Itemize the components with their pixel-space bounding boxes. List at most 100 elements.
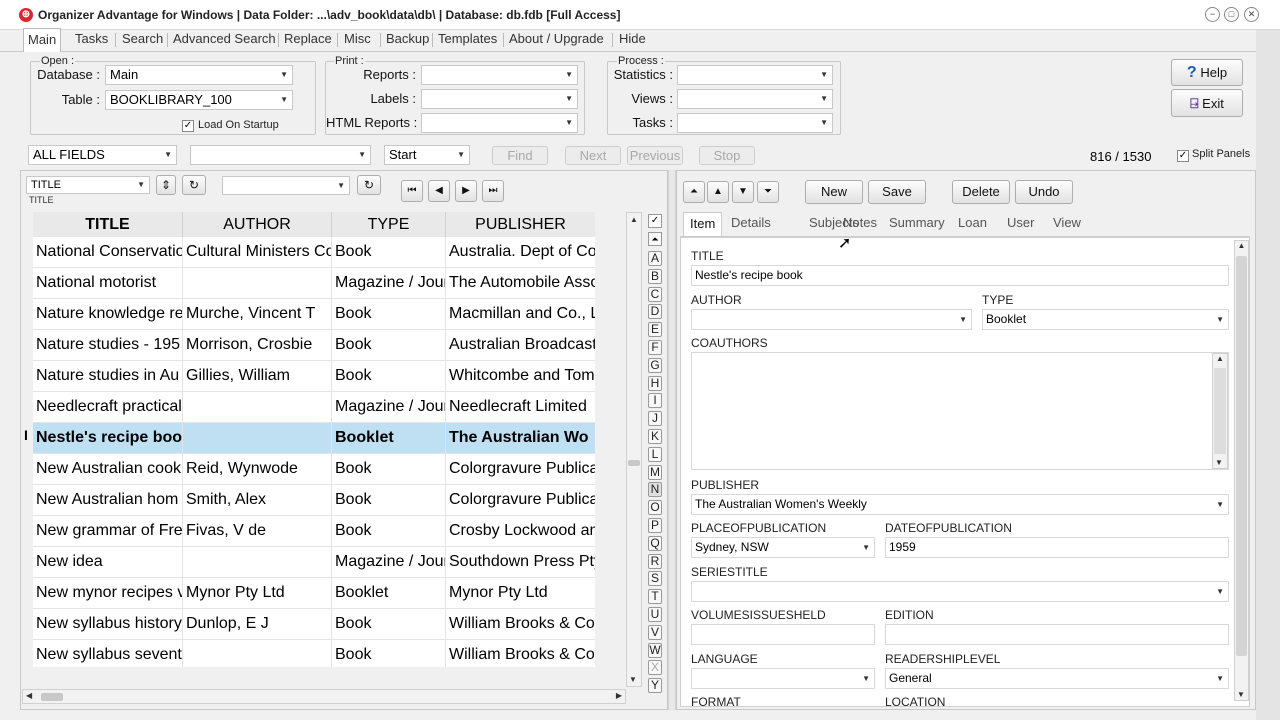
load-on-startup-checkbox[interactable]: ✓ xyxy=(182,120,194,132)
tab-search[interactable]: Search xyxy=(118,28,167,52)
type-field[interactable]: Booklet ▼ xyxy=(982,309,1229,330)
alpha-index-d[interactable]: D xyxy=(648,304,662,320)
coauthors-scrollbar[interactable]: ▲ ▼ xyxy=(1212,353,1228,469)
scroll-thumb[interactable] xyxy=(628,460,640,466)
tab-hide[interactable]: Hide xyxy=(615,28,650,52)
form-vertical-scrollbar[interactable]: ▲ ▼ xyxy=(1234,240,1249,701)
alpha-index-e[interactable]: E xyxy=(648,322,662,338)
help-button[interactable]: ? Help xyxy=(1171,59,1243,86)
tasks-select[interactable]: ▼ xyxy=(677,113,833,133)
column-header-title[interactable]: TITLE xyxy=(33,212,183,237)
save-record-button[interactable]: Save xyxy=(868,180,926,204)
tab-misc[interactable]: Misc xyxy=(340,28,375,52)
search-position-select[interactable]: Start ▼ xyxy=(384,145,470,165)
tab-loan[interactable]: Loan xyxy=(958,212,987,236)
move-down-button[interactable]: ▼ xyxy=(732,181,754,203)
maximize-button[interactable]: □ xyxy=(1224,7,1239,22)
publisher-field[interactable]: The Australian Women's Weekly ▼ xyxy=(691,494,1229,515)
column-header-type[interactable]: TYPE xyxy=(332,212,446,237)
tab-details[interactable]: Details xyxy=(731,212,771,236)
alpha-index-y[interactable]: Y xyxy=(648,678,662,694)
move-up-button[interactable]: ▲ xyxy=(707,181,729,203)
alpha-index-i[interactable]: I xyxy=(648,393,662,409)
panel-splitter[interactable] xyxy=(668,170,676,710)
sort-order-button[interactable]: ⇕ xyxy=(156,175,176,195)
alpha-index-r[interactable]: R xyxy=(648,553,662,569)
column-header-author[interactable]: AUTHOR xyxy=(183,212,332,237)
coauthors-field[interactable] xyxy=(691,352,1229,470)
stop-button[interactable]: Stop xyxy=(699,146,755,165)
alpha-index-a[interactable]: A xyxy=(648,251,662,266)
table-row[interactable]: New syllabus seventh Book William Brooks… xyxy=(33,640,595,667)
place-of-publication-field[interactable]: Sydney, NSW ▼ xyxy=(691,537,875,558)
grid-horizontal-scrollbar[interactable]: ◀ ▶ xyxy=(22,689,626,704)
filter-select[interactable]: ▼ xyxy=(222,176,350,195)
alpha-index-h[interactable]: H xyxy=(648,375,662,391)
tab-view[interactable]: View xyxy=(1053,212,1081,236)
search-field-select[interactable]: ALL FIELDS ▼ xyxy=(28,145,177,165)
views-select[interactable]: ▼ xyxy=(677,89,833,109)
last-record-button[interactable]: ⏭ xyxy=(482,180,504,202)
alpha-index-n[interactable]: N xyxy=(648,482,662,498)
column-header-publisher[interactable]: PUBLISHER xyxy=(446,212,595,237)
alpha-index-l[interactable]: L xyxy=(648,446,662,462)
table-row[interactable]: New Australian hom Smith, Alex Book Colo… xyxy=(33,485,595,516)
alpha-index-v[interactable]: V xyxy=(648,624,662,640)
alpha-index-f[interactable]: F xyxy=(648,340,662,355)
alpha-index-t[interactable]: T xyxy=(648,589,662,605)
series-title-field[interactable]: ▼ xyxy=(691,581,1229,602)
alpha-index-o[interactable]: O xyxy=(648,500,662,516)
table-row[interactable]: New idea Magazine / Jour Southdown Press… xyxy=(33,547,595,578)
scroll-thumb[interactable] xyxy=(1236,256,1247,656)
close-button[interactable]: ✕ xyxy=(1244,7,1259,22)
database-select[interactable]: Main ▼ xyxy=(105,65,293,85)
find-button[interactable]: Find xyxy=(492,146,548,165)
previous-record-button[interactable]: ◀ xyxy=(428,180,450,202)
previous-button[interactable]: Previous xyxy=(627,146,683,165)
tab-tasks[interactable]: Tasks xyxy=(71,28,112,52)
undo-button[interactable]: Undo xyxy=(1015,180,1073,204)
search-term-input[interactable]: ▼ xyxy=(190,145,371,165)
title-field[interactable]: Nestle's recipe book xyxy=(691,265,1229,286)
readership-level-field[interactable]: General ▼ xyxy=(885,668,1229,689)
alpha-index-u[interactable]: U xyxy=(648,607,662,622)
tab-user[interactable]: User xyxy=(1007,212,1034,236)
language-field[interactable]: ▼ xyxy=(691,668,875,689)
split-panels-checkbox[interactable]: ✓ xyxy=(1177,150,1189,162)
new-record-button[interactable]: New xyxy=(805,180,863,204)
minimize-button[interactable]: − xyxy=(1205,7,1220,22)
alpha-index-m[interactable]: M xyxy=(648,464,662,480)
tab-item[interactable]: Item xyxy=(683,212,723,236)
sort-field-select[interactable]: TITLE ▼ xyxy=(26,176,150,194)
author-field[interactable]: ▼ xyxy=(691,309,972,330)
refresh-filter-button[interactable]: ↻ xyxy=(357,175,381,195)
next-button[interactable]: Next xyxy=(565,146,621,165)
table-row[interactable]: New grammar of Fre Fivas, V de Book Cros… xyxy=(33,516,595,547)
scroll-thumb[interactable] xyxy=(41,693,63,701)
alpha-index-w[interactable]: W xyxy=(648,642,662,658)
tab-advanced-search[interactable]: Advanced Search xyxy=(169,28,280,52)
tab-main[interactable]: Main xyxy=(23,28,62,52)
alpha-index-b[interactable]: B xyxy=(648,268,662,284)
table-row[interactable]: Nature studies in Au Gillies, William Bo… xyxy=(33,361,595,392)
tab-about-upgrade[interactable]: About / Upgrade xyxy=(505,28,608,52)
table-row[interactable]: National motorist Magazine / Jour The Au… xyxy=(33,268,595,299)
alpha-index-p[interactable]: P xyxy=(648,518,662,533)
reports-select[interactable]: ▼ xyxy=(421,65,578,85)
first-record-button[interactable]: ⏮ xyxy=(401,180,423,202)
table-row[interactable]: New syllabus history Dunlop, E J Book Wi… xyxy=(33,609,595,640)
table-row[interactable]: New mynor recipes v Mynor Pty Ltd Bookle… xyxy=(33,578,595,609)
table-row[interactable]: New Australian cook Reid, Wynwode Book C… xyxy=(33,454,595,485)
volumes-issues-held-field[interactable] xyxy=(691,624,875,645)
alpha-index-x[interactable]: X xyxy=(648,660,662,676)
refresh-sort-button[interactable]: ↻ xyxy=(182,175,206,195)
tab-summary[interactable]: Summary xyxy=(889,212,945,236)
tab-templates[interactable]: Templates xyxy=(434,28,501,52)
move-bottom-button[interactable]: ⏷ xyxy=(757,181,779,203)
scroll-thumb[interactable] xyxy=(1214,368,1226,454)
delete-record-button[interactable]: Delete xyxy=(952,180,1010,204)
alpha-index-k[interactable]: K xyxy=(648,429,662,444)
select-all-checkbox[interactable]: ✓ xyxy=(648,214,662,228)
tab-backup[interactable]: Backup xyxy=(382,28,433,52)
edition-field[interactable] xyxy=(885,624,1229,645)
